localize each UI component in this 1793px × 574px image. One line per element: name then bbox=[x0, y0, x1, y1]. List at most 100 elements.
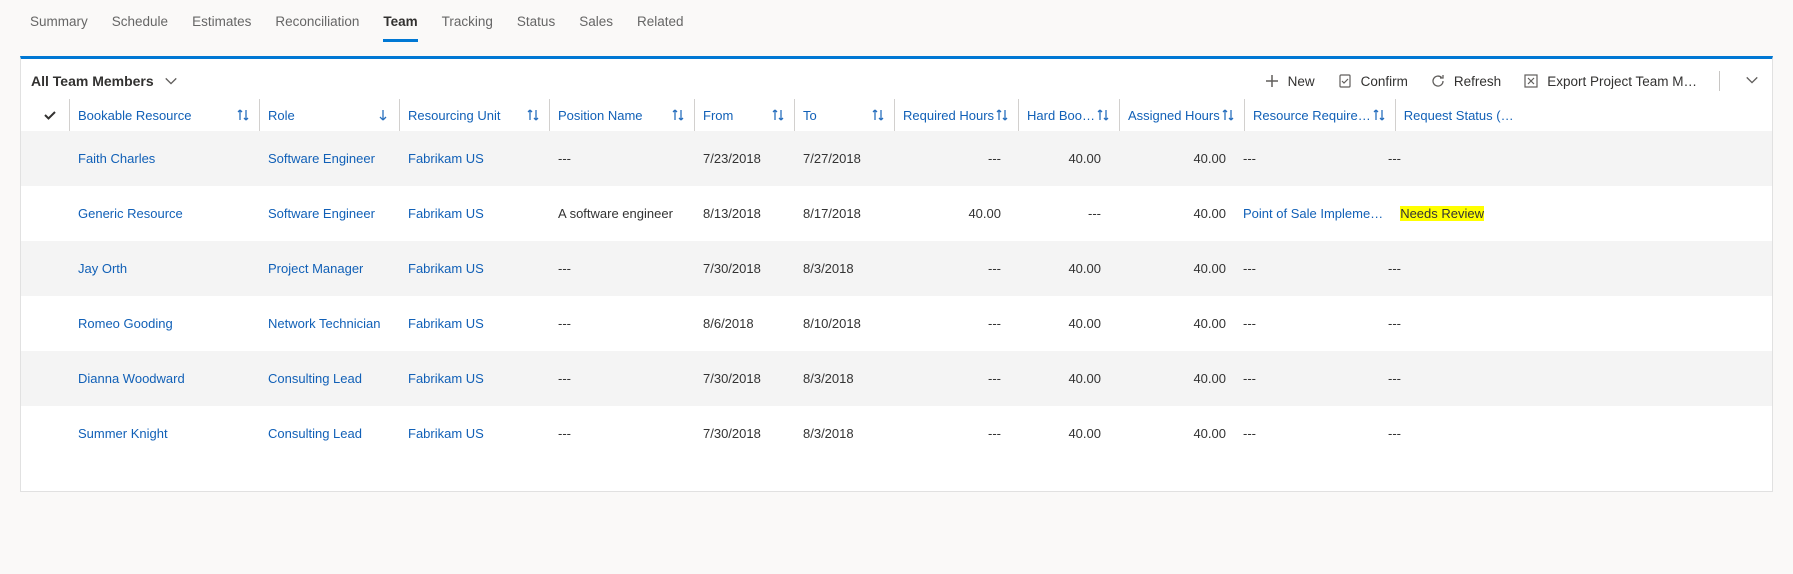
cell-value[interactable]: Romeo Gooding bbox=[78, 316, 173, 331]
table-row[interactable]: Faith Charles Software Engineer Fabrikam U… bbox=[21, 131, 1772, 186]
cell-value: 40.00 bbox=[1193, 371, 1226, 386]
tab-estimates[interactable]: Estimates bbox=[192, 10, 251, 39]
table-row[interactable]: Romeo Gooding Network Technician Fabrikam … bbox=[21, 296, 1772, 351]
more-commands-button[interactable] bbox=[1742, 73, 1762, 90]
cell: Jay Orth bbox=[69, 255, 259, 282]
cell: 40.00 bbox=[1009, 310, 1109, 337]
view-selector[interactable]: All Team Members bbox=[31, 73, 178, 89]
tab-team[interactable]: Team bbox=[383, 10, 417, 42]
cell-value: --- bbox=[558, 151, 571, 166]
cell-value: --- bbox=[558, 371, 571, 386]
col-resourcing-unit[interactable]: Resourcing Unit bbox=[399, 99, 549, 131]
table-row[interactable]: Summer Knight Consulting Lead Fabrikam US -… bbox=[21, 406, 1772, 461]
sort-icon bbox=[1371, 107, 1387, 123]
col-request-status[interactable]: Request Status (… bbox=[1395, 99, 1522, 131]
cell-value[interactable]: Point of Sale Impleme… bbox=[1243, 206, 1383, 221]
cell-value[interactable]: Fabrikam US bbox=[408, 316, 484, 331]
tab-summary[interactable]: Summary bbox=[30, 10, 88, 39]
cell-value[interactable]: Fabrikam US bbox=[408, 261, 484, 276]
refresh-label: Refresh bbox=[1454, 74, 1501, 89]
tab-schedule[interactable]: Schedule bbox=[112, 10, 168, 39]
select-all-column[interactable] bbox=[31, 99, 69, 131]
cell-value[interactable]: Summer Knight bbox=[78, 426, 168, 441]
export-button[interactable]: Export Project Team M… bbox=[1523, 73, 1697, 89]
cell-value[interactable]: Consulting Lead bbox=[268, 426, 362, 441]
cell: --- bbox=[1234, 420, 1379, 447]
cell: Fabrikam US bbox=[399, 255, 549, 282]
cell-value: --- bbox=[1088, 206, 1101, 221]
cell-value[interactable]: Fabrikam US bbox=[408, 206, 484, 221]
confirm-label: Confirm bbox=[1361, 74, 1408, 89]
cell-value: 40.00 bbox=[968, 206, 1001, 221]
cell-value: --- bbox=[988, 316, 1001, 331]
cell-value[interactable]: Jay Orth bbox=[78, 261, 127, 276]
cell-value: --- bbox=[1243, 316, 1256, 331]
cell-value: Needs Review bbox=[1400, 206, 1484, 221]
cell-value: --- bbox=[1388, 371, 1401, 386]
col-role[interactable]: Role bbox=[259, 99, 399, 131]
sort-icon bbox=[994, 107, 1010, 123]
cell-value: 40.00 bbox=[1193, 316, 1226, 331]
cell: A software engineer bbox=[549, 200, 694, 227]
cell-value: 7/30/2018 bbox=[703, 261, 761, 276]
cell-value: 40.00 bbox=[1193, 206, 1226, 221]
cell: Dianna Woodward bbox=[69, 365, 259, 392]
cell-value: --- bbox=[1243, 371, 1256, 386]
cell-value[interactable]: Project Manager bbox=[268, 261, 363, 276]
cell-value: 8/3/2018 bbox=[803, 426, 854, 441]
col-resource-requirement[interactable]: Resource Require… bbox=[1244, 99, 1395, 131]
confirm-button[interactable]: Confirm bbox=[1337, 73, 1408, 89]
cell: Fabrikam US bbox=[399, 365, 549, 392]
col-bookable-resource[interactable]: Bookable Resource bbox=[69, 99, 259, 131]
cell-value: 8/10/2018 bbox=[803, 316, 861, 331]
cell: Generic Resource bbox=[69, 200, 259, 227]
cell-value: 7/30/2018 bbox=[703, 371, 761, 386]
cell: --- bbox=[1379, 365, 1497, 392]
cell-value: --- bbox=[1243, 261, 1256, 276]
cell: --- bbox=[1379, 310, 1497, 337]
tab-tracking[interactable]: Tracking bbox=[442, 10, 493, 39]
cell: 40.00 bbox=[1009, 420, 1109, 447]
tab-reconciliation[interactable]: Reconciliation bbox=[275, 10, 359, 39]
tab-related[interactable]: Related bbox=[637, 10, 684, 39]
cell-value[interactable]: Faith Charles bbox=[78, 151, 155, 166]
cell-value[interactable]: Dianna Woodward bbox=[78, 371, 185, 386]
cell: --- bbox=[549, 365, 694, 392]
col-from[interactable]: From bbox=[694, 99, 794, 131]
cell: 7/27/2018 bbox=[794, 145, 894, 172]
cell: --- bbox=[894, 255, 1009, 282]
cell: --- bbox=[549, 420, 694, 447]
cell-value: --- bbox=[988, 426, 1001, 441]
col-required-hours[interactable]: Required Hours bbox=[894, 99, 1018, 131]
table-row[interactable]: Jay Orth Project Manager Fabrikam US --- 7/3… bbox=[21, 241, 1772, 296]
new-button[interactable]: New bbox=[1264, 73, 1315, 89]
cell-value[interactable]: Software Engineer bbox=[268, 206, 375, 221]
col-assigned-hours[interactable]: Assigned Hours bbox=[1119, 99, 1244, 131]
sort-icon bbox=[870, 107, 886, 123]
sort-icon bbox=[770, 107, 786, 123]
cell-value: 8/17/2018 bbox=[803, 206, 861, 221]
col-position-name[interactable]: Position Name bbox=[549, 99, 694, 131]
team-grid: Bookable Resource Role Resourcing Unit P… bbox=[21, 99, 1772, 461]
cell-value[interactable]: Network Technician bbox=[268, 316, 380, 331]
cell-value[interactable]: Fabrikam US bbox=[408, 151, 484, 166]
cell-value[interactable]: Software Engineer bbox=[268, 151, 375, 166]
col-hard-booked[interactable]: Hard Boo… bbox=[1018, 99, 1119, 131]
cell-value[interactable]: Consulting Lead bbox=[268, 371, 362, 386]
cell: 40.00 bbox=[1109, 365, 1234, 392]
cell-value[interactable]: Generic Resource bbox=[78, 206, 183, 221]
tab-status[interactable]: Status bbox=[517, 10, 555, 39]
cell-value[interactable]: Fabrikam US bbox=[408, 426, 484, 441]
chevron-down-icon bbox=[164, 74, 178, 88]
cell: Consulting Lead bbox=[259, 365, 399, 392]
table-row[interactable]: Dianna Woodward Consulting Lead Fabrikam U… bbox=[21, 351, 1772, 406]
table-row[interactable]: Generic Resource Software Engineer Fabrika… bbox=[21, 186, 1772, 241]
col-to[interactable]: To bbox=[794, 99, 894, 131]
sort-icon bbox=[670, 107, 686, 123]
tab-sales[interactable]: Sales bbox=[579, 10, 613, 39]
cell-value[interactable]: Fabrikam US bbox=[408, 371, 484, 386]
cell: Fabrikam US bbox=[399, 420, 549, 447]
refresh-button[interactable]: Refresh bbox=[1430, 73, 1501, 89]
subgrid-toolbar: New Confirm Refresh Export Project Team … bbox=[1264, 71, 1762, 91]
view-title-text: All Team Members bbox=[31, 73, 154, 89]
